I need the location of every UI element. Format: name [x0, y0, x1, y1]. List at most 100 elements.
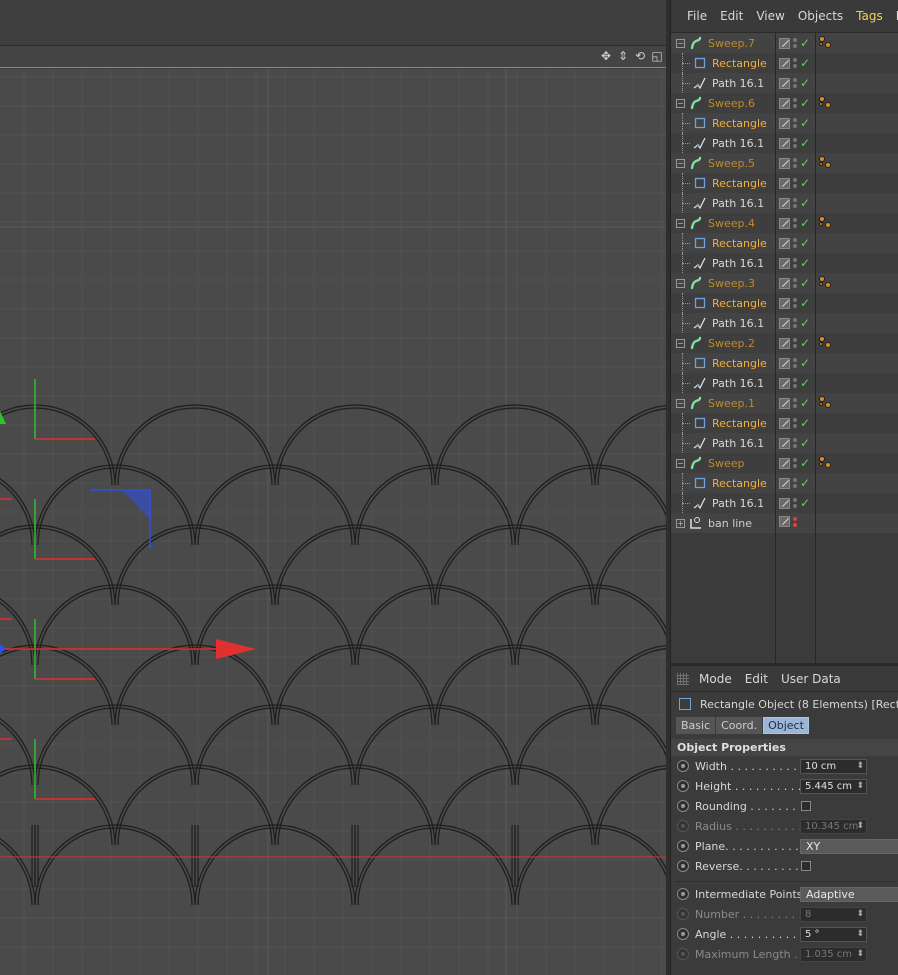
visibility-dots-icon[interactable] — [793, 438, 797, 448]
layer-icon[interactable] — [779, 237, 790, 249]
visibility-dots-icon[interactable] — [793, 138, 797, 148]
visibility-dots-icon[interactable] — [793, 258, 797, 268]
rounding-checkbox[interactable] — [801, 801, 811, 811]
layer-icon[interactable] — [779, 397, 790, 409]
visibility-dots-icon[interactable] — [793, 98, 797, 108]
object-name[interactable]: Rectangle — [712, 237, 767, 250]
layer-icon[interactable] — [779, 57, 790, 69]
animate-radio-icon[interactable] — [677, 780, 689, 792]
visibility-dots-icon[interactable] — [793, 318, 797, 328]
object-name[interactable]: Path 16.1 — [712, 77, 764, 90]
visibility-dots-icon[interactable] — [793, 418, 797, 428]
object-name[interactable]: Rectangle — [712, 177, 767, 190]
layer-icon[interactable] — [779, 337, 790, 349]
visibility-dots-icon[interactable] — [793, 158, 797, 168]
enabled-check-icon[interactable]: ✓ — [800, 36, 810, 50]
layer-icon[interactable] — [779, 497, 790, 509]
move-icon[interactable]: ✥ — [599, 49, 613, 63]
object-row-path[interactable]: Path 16.1 ✓ — [671, 493, 898, 513]
collapse-icon[interactable]: − — [676, 218, 685, 228]
object-name[interactable]: Path 16.1 — [712, 377, 764, 390]
object-row-path[interactable]: Path 16.1 ✓ — [671, 73, 898, 93]
visibility-dots-icon[interactable] — [793, 478, 797, 488]
enabled-check-icon[interactable]: ✓ — [800, 56, 810, 70]
enabled-check-icon[interactable]: ✓ — [800, 96, 810, 110]
visibility-dots-icon[interactable] — [793, 78, 797, 88]
tab-coord[interactable]: Coord. — [716, 717, 763, 734]
animate-radio-icon[interactable] — [677, 888, 689, 900]
visibility-dots-icon[interactable] — [793, 338, 797, 348]
visibility-dots-icon[interactable] — [793, 398, 797, 408]
object-row-path[interactable]: Path 16.1 ✓ — [671, 313, 898, 333]
object-row-sweep[interactable]: − Sweep ✓ — [671, 453, 898, 473]
enabled-check-icon[interactable]: ✓ — [800, 216, 810, 230]
object-name[interactable]: Path 16.1 — [712, 197, 764, 210]
object-row-rect[interactable]: Rectangle ✓ — [671, 353, 898, 373]
object-row-rect[interactable]: Rectangle ✓ — [671, 173, 898, 193]
layer-icon[interactable] — [779, 257, 790, 269]
tag-icon[interactable] — [819, 156, 833, 170]
visibility-dots-icon[interactable] — [793, 516, 797, 527]
layer-icon[interactable] — [779, 157, 790, 169]
panel-grip-icon[interactable] — [677, 672, 689, 685]
object-name[interactable]: Sweep.6 — [708, 97, 755, 110]
tag-icon[interactable] — [819, 336, 833, 350]
viewport-3d[interactable] — [0, 69, 666, 975]
object-row-rect[interactable]: Rectangle ✓ — [671, 53, 898, 73]
visibility-dots-icon[interactable] — [793, 458, 797, 468]
collapse-icon[interactable]: − — [676, 338, 685, 348]
visibility-dots-icon[interactable] — [793, 178, 797, 188]
pan-icon[interactable]: ⇕ — [616, 49, 630, 63]
layer-icon[interactable] — [779, 477, 790, 489]
menu-tags[interactable]: Tags — [856, 9, 883, 23]
object-name[interactable]: Sweep.1 — [708, 397, 755, 410]
layer-icon[interactable] — [779, 37, 790, 49]
layer-icon[interactable] — [779, 417, 790, 429]
visibility-dots-icon[interactable] — [793, 118, 797, 128]
tab-basic[interactable]: Basic — [676, 717, 716, 734]
object-row-rect[interactable]: Rectangle ✓ — [671, 413, 898, 433]
menu-edit[interactable]: Edit — [720, 9, 743, 23]
viewport-canvas[interactable] — [0, 69, 666, 975]
visibility-dots-icon[interactable] — [793, 58, 797, 68]
menu-file[interactable]: File — [687, 9, 707, 23]
rotate-icon[interactable]: ⟲ — [633, 49, 647, 63]
width-field[interactable]: 10 cm — [800, 758, 867, 774]
collapse-icon[interactable]: − — [676, 98, 685, 108]
object-name[interactable]: Rectangle — [712, 57, 767, 70]
object-row-rect[interactable]: Rectangle ✓ — [671, 233, 898, 253]
collapse-icon[interactable]: − — [676, 278, 685, 288]
object-row-path[interactable]: Path 16.1 ✓ — [671, 433, 898, 453]
object-row-path[interactable]: Path 16.1 ✓ — [671, 253, 898, 273]
intermediate-points-select[interactable]: Adaptive — [800, 886, 898, 902]
object-row-sweep[interactable]: − Sweep.3 ✓ — [671, 273, 898, 293]
object-name[interactable]: Sweep.5 — [708, 157, 755, 170]
object-name[interactable]: Path 16.1 — [712, 137, 764, 150]
tag-icon[interactable] — [819, 96, 833, 110]
animate-radio-icon[interactable] — [677, 860, 689, 872]
maximize-icon[interactable]: ◱ — [650, 49, 664, 63]
expand-icon[interactable]: + — [676, 518, 685, 528]
layer-icon[interactable] — [779, 277, 790, 289]
enabled-check-icon[interactable]: ✓ — [800, 256, 810, 270]
enabled-check-icon[interactable]: ✓ — [800, 416, 810, 430]
enabled-check-icon[interactable]: ✓ — [800, 296, 810, 310]
object-row-sweep[interactable]: − Sweep.6 ✓ — [671, 93, 898, 113]
tag-icon[interactable] — [819, 276, 833, 290]
visibility-dots-icon[interactable] — [793, 238, 797, 248]
visibility-dots-icon[interactable] — [793, 298, 797, 308]
visibility-dots-icon[interactable] — [793, 218, 797, 228]
object-name[interactable]: Path 16.1 — [712, 257, 764, 270]
collapse-icon[interactable]: − — [676, 38, 685, 48]
collapse-icon[interactable]: − — [676, 158, 685, 168]
height-field[interactable]: 5.445 cm — [800, 778, 867, 794]
object-name[interactable]: Sweep.7 — [708, 37, 755, 50]
object-row-path[interactable]: Path 16.1 ✓ — [671, 133, 898, 153]
layer-icon[interactable] — [779, 97, 790, 109]
object-row-sweep[interactable]: − Sweep.5 ✓ — [671, 153, 898, 173]
layer-icon[interactable] — [779, 197, 790, 209]
object-name[interactable]: Rectangle — [712, 417, 767, 430]
menu-user-data[interactable]: User Data — [781, 672, 841, 686]
object-name[interactable]: Sweep.2 — [708, 337, 755, 350]
angle-field[interactable]: 5 ° — [800, 926, 867, 942]
